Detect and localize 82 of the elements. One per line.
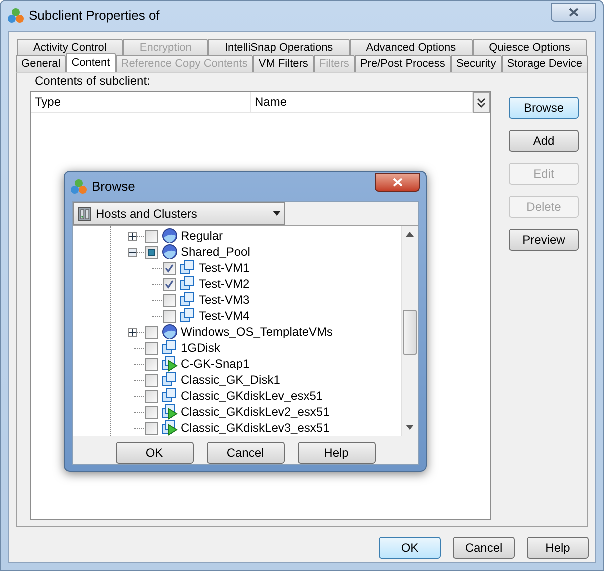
tab[interactable]: Pre/Post Process [354, 55, 451, 72]
button[interactable]: Help [527, 537, 589, 559]
tree-item-label[interactable]: Test-VM1 [199, 260, 250, 276]
tree-item-label[interactable]: Shared_Pool [181, 244, 250, 260]
close-icon [392, 178, 402, 186]
vm-icon [180, 292, 196, 308]
tab[interactable]: VM Filters [253, 55, 314, 72]
tree-item-label[interactable]: Classic_GK_Disk1 [181, 372, 280, 388]
tab[interactable]: Storage Device [502, 55, 588, 72]
scrollbar[interactable] [401, 226, 418, 436]
scroll-thumb[interactable] [403, 310, 417, 355]
button[interactable]: Add [509, 130, 579, 152]
tree-item-label[interactable]: C-GK-Snap1 [181, 356, 250, 372]
checkbox[interactable] [145, 230, 158, 242]
tree-item-label[interactable]: 1GDisk [181, 340, 220, 356]
vm-icon [180, 260, 196, 276]
checkbox[interactable] [163, 262, 176, 274]
checkbox[interactable] [145, 342, 158, 354]
tree-item-label[interactable]: Classic_GKdiskLev_esx51 [181, 388, 324, 404]
tab[interactable]: Activity Control [17, 39, 124, 55]
server-icon [77, 206, 93, 222]
checkbox[interactable] [145, 374, 158, 386]
tab[interactable]: Content [66, 53, 116, 72]
expand-toggle[interactable] [128, 328, 137, 336]
vm-icon [180, 276, 196, 292]
close-button[interactable] [551, 2, 596, 22]
checkbox[interactable] [145, 406, 158, 418]
tree-item-label[interactable]: Test-VM3 [199, 292, 250, 308]
vm-icon [162, 340, 178, 356]
running-vm-icon [162, 420, 178, 436]
checkbox[interactable] [145, 246, 158, 258]
tree-item-label[interactable]: Test-VM4 [199, 308, 250, 324]
tab[interactable]: Quiesce Options [472, 39, 588, 55]
plus-icon [129, 232, 136, 240]
view-dropdown[interactable]: Hosts and Clusters [73, 202, 285, 225]
tree-item-label[interactable]: Classic_GKdiskLev2_esx51 [181, 404, 330, 420]
resource-pool-icon [162, 228, 178, 244]
button[interactable]: Cancel [453, 537, 515, 559]
tab[interactable]: IntelliSnap Operations [208, 39, 350, 55]
dropdown-arrow-icon [273, 211, 281, 216]
tree-item-label[interactable]: Test-VM2 [199, 276, 250, 292]
checkbox[interactable] [163, 310, 176, 322]
scroll-down-icon[interactable] [406, 425, 414, 430]
tree-item-label[interactable]: Classic_GKdiskLev3_esx51 [181, 420, 330, 436]
double-chevron-icon [477, 98, 486, 108]
tab[interactable]: Security [450, 55, 502, 72]
tab[interactable]: Advanced Options [350, 39, 473, 55]
column-header[interactable]: Type [31, 92, 251, 112]
scroll-up-icon[interactable] [406, 232, 414, 237]
contents-label: Contents of subclient: [34, 73, 152, 90]
expand-toggle[interactable] [128, 232, 137, 240]
checkbox[interactable] [163, 294, 176, 306]
checkbox[interactable] [145, 358, 158, 370]
tree-item-label[interactable]: Regular [181, 228, 224, 244]
button[interactable]: Browse [509, 97, 579, 119]
button[interactable]: Preview [509, 229, 579, 251]
plus-icon [129, 328, 136, 336]
window-title: Subclient Properties of [29, 7, 160, 26]
button[interactable]: OK [379, 537, 441, 559]
resource-pool-icon [162, 244, 178, 260]
vm-icon [162, 372, 178, 388]
resource-pool-icon [162, 324, 178, 340]
running-vm-icon [162, 404, 178, 420]
expand-toggle[interactable] [128, 248, 137, 256]
running-vm-icon [162, 356, 178, 372]
column-chooser-button[interactable] [473, 92, 490, 113]
dialog-title: Browse [92, 178, 136, 196]
close-icon [568, 8, 578, 16]
app-logo-icon [8, 8, 24, 24]
checkbox[interactable] [145, 390, 158, 402]
button[interactable]: Cancel [206, 442, 284, 464]
vm-icon [162, 388, 178, 404]
vm-icon [180, 308, 196, 324]
button[interactable]: OK [116, 442, 194, 464]
button[interactable]: Help [298, 442, 376, 464]
checkbox[interactable] [145, 326, 158, 338]
close-button[interactable] [375, 172, 420, 192]
checkbox[interactable] [163, 278, 176, 290]
tree-item-label[interactable]: Windows_OS_TemplateVMs [181, 324, 334, 340]
checkbox[interactable] [145, 422, 158, 434]
tab[interactable]: General [16, 55, 66, 72]
app-logo-icon [71, 178, 87, 194]
